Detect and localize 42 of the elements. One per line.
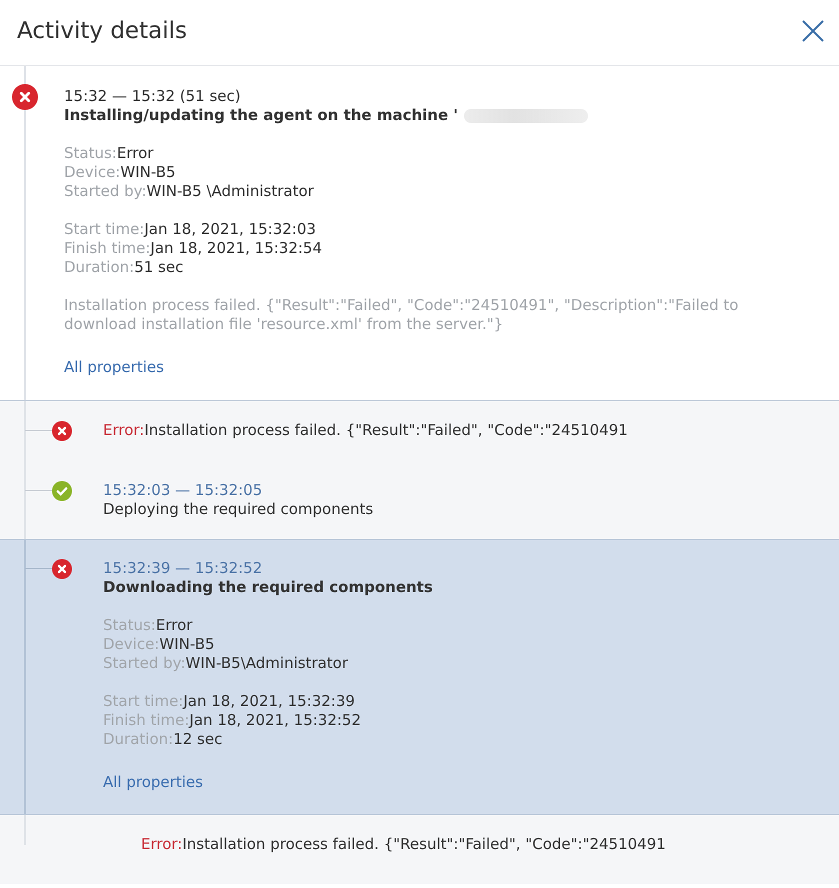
property-value: Error [116,144,154,162]
property-label: Device: [103,635,160,653]
all-properties-link[interactable]: All properties [64,358,164,377]
activity-row[interactable]: 15:32:03 — 15:32:05 Deploying the required components [0,461,839,539]
error-label: Error: [103,421,144,439]
error-description: Installation process failed. {"Result":"Failed", "Code":"24510491", "Description":"Failed to download installation file 'resource.xml' from the server."} [64,296,740,334]
time-range: 15:32:39 — 15:32:52 [103,559,264,578]
property-label: Device: [64,163,120,181]
close-icon [802,20,824,42]
time-range: 15:32 — 15:32 (51 sec) [64,87,242,106]
time-range: 15:32:03 — 15:32:05 [103,481,264,500]
property-value: Jan 18, 2021, 15:32:54 [150,239,322,257]
property-label: Finish time: [64,239,150,257]
property-value: WIN-B5 \Administrator [146,182,314,200]
error-message: Installation process failed. {"Result":"Failed", "Code":"24510491 [144,421,628,439]
property-value: Jan 18, 2021, 15:32:52 [189,711,362,729]
property-label: Finish time: [103,711,190,729]
activity-title: Installing/updating the agent on the machine ' [64,106,458,125]
property-value: WIN-B5 [159,635,215,653]
property-label: Start time: [64,220,144,238]
close-button[interactable] [801,19,824,42]
property-label: Started by: [64,182,147,200]
property-value: Jan 18, 2021, 15:32:39 [183,692,355,710]
property-value: WIN-B5 [120,163,176,181]
property-label: Duration: [64,258,134,276]
activity-title: Downloading the required components [103,578,433,597]
property-label: Start time: [103,692,184,710]
property-label: Status: [103,616,156,634]
error-message-row[interactable]: Error:Installation process failed. {"Result":"Failed", "Code":"24510491 [0,401,839,461]
all-properties-link[interactable]: All properties [103,773,203,792]
property-value: 12 sec [173,730,222,748]
error-message: Installation process failed. {"Result":"Failed", "Code":"24510491 [182,835,666,853]
activity-title: Deploying the required components [103,500,374,519]
property-value: 51 sec [134,258,184,276]
error-label: Error: [141,835,182,853]
property-label: Started by: [103,654,186,672]
property-value: WIN-B5\Administrator [186,654,348,672]
property-value: Error [156,616,192,634]
dialog-title: Activity details [17,18,187,44]
property-value: Jan 18, 2021, 15:32:03 [144,220,316,238]
property-label: Duration: [103,730,174,748]
property-label: Status: [64,144,117,162]
